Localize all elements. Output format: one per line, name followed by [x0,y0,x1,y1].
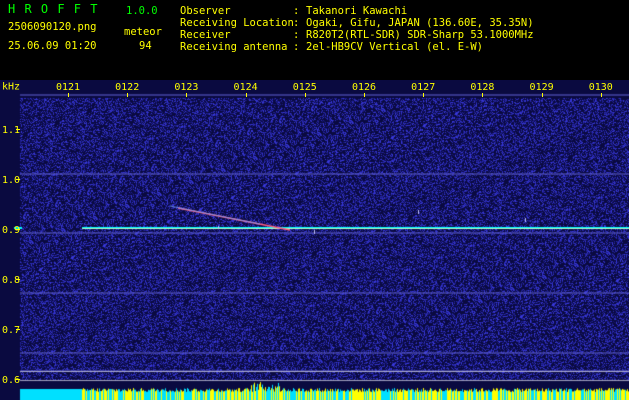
location-value: Ogaki, Gifu, JAPAN (136.60E, 35.35N) [306,17,534,29]
frequency-tick-label: 0.9 [2,225,20,236]
location-label: Receiving Location [180,17,294,29]
time-tick-label: 0122 [115,82,139,93]
receiver-value: R820T2(RTL-SDR) SDR-Sharp 53.1000MHz [306,29,534,41]
antenna-label: Receiving antenna [180,41,288,53]
antenna-value: 2el-HB9CV Vertical (el. E-W) [306,41,484,53]
time-tick-label: 0126 [352,82,376,93]
spectrogram-axes: kHz 0121 0122 0123 0124 0125 0126 0127 0128 0129… [2,81,613,386]
time-tick-label: 0125 [293,82,317,93]
frequency-axis: 1.1 1.0 0.9 0.8 0.7 0.6 [2,125,20,386]
info-separator: : [293,41,300,53]
info-separator: : [293,5,300,17]
file-name: 2506090120.png [8,21,97,33]
frequency-tick-label: 0.8 [2,275,20,286]
frequency-tick-label: 1.1 [2,125,20,136]
meteor-label: meteor [124,26,162,38]
unit-label: kHz [2,81,20,92]
time-tick-label: 0124 [234,82,258,93]
frequency-tick-label: 1.0 [2,175,20,186]
time-tick-label: 0123 [174,82,198,93]
frequency-tick-label: 0.6 [2,375,20,386]
observer-value: Takanori Kawachi [306,5,408,17]
app-name: H R O F F T [8,2,99,16]
time-tick-label: 0129 [530,82,554,93]
app-version: 1.0.0 [126,5,158,17]
time-tick-label: 0121 [56,82,80,93]
time-tick-label: 0127 [411,82,435,93]
receiver-label: Receiver [180,29,231,41]
time-tick-label: 0128 [470,82,494,93]
info-separator: : [293,17,300,29]
header-panel: H R O F F T 1.0.0 2506090120.png meteor … [0,0,629,80]
info-separator: : [293,29,300,41]
observer-label: Observer [180,5,231,17]
observation-datetime: 25.06.09 01:20 [8,40,97,52]
meteor-count: 94 [139,40,152,52]
time-axis: 0121 0122 0123 0124 0125 0126 0127 0128 0129 0130 [56,82,613,97]
frequency-tick-label: 0.7 [2,325,20,336]
time-tick-label: 0130 [589,82,613,93]
